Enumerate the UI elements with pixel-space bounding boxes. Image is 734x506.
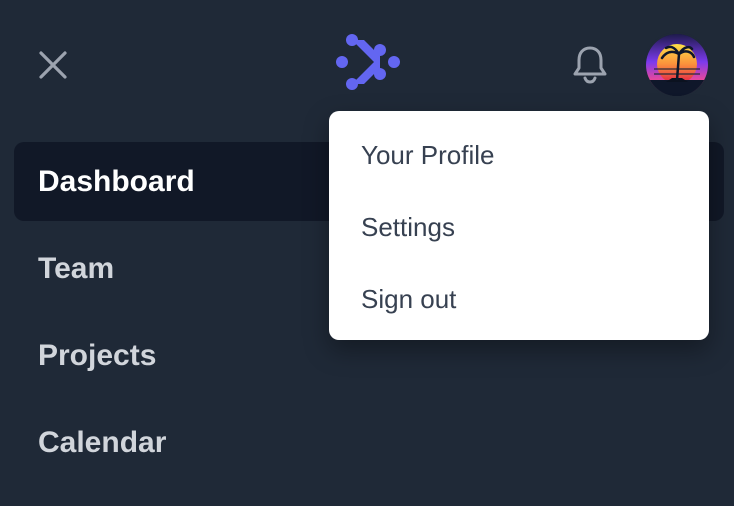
notifications-button[interactable] bbox=[566, 40, 614, 88]
menu-item-settings[interactable]: Settings bbox=[329, 191, 709, 263]
close-icon bbox=[39, 51, 67, 79]
brand-logo[interactable] bbox=[334, 32, 404, 94]
nav-item-calendar[interactable]: Calendar bbox=[14, 403, 724, 482]
avatar-image bbox=[646, 34, 708, 96]
close-menu-button[interactable] bbox=[30, 42, 76, 88]
brand-logo-icon bbox=[336, 34, 400, 90]
bell-icon bbox=[573, 46, 607, 84]
user-menu-dropdown: Your Profile Settings Sign out bbox=[329, 111, 709, 340]
top-bar bbox=[0, 0, 734, 128]
menu-item-your-profile[interactable]: Your Profile bbox=[329, 119, 709, 191]
user-avatar[interactable] bbox=[646, 34, 708, 96]
menu-item-sign-out[interactable]: Sign out bbox=[329, 263, 709, 335]
